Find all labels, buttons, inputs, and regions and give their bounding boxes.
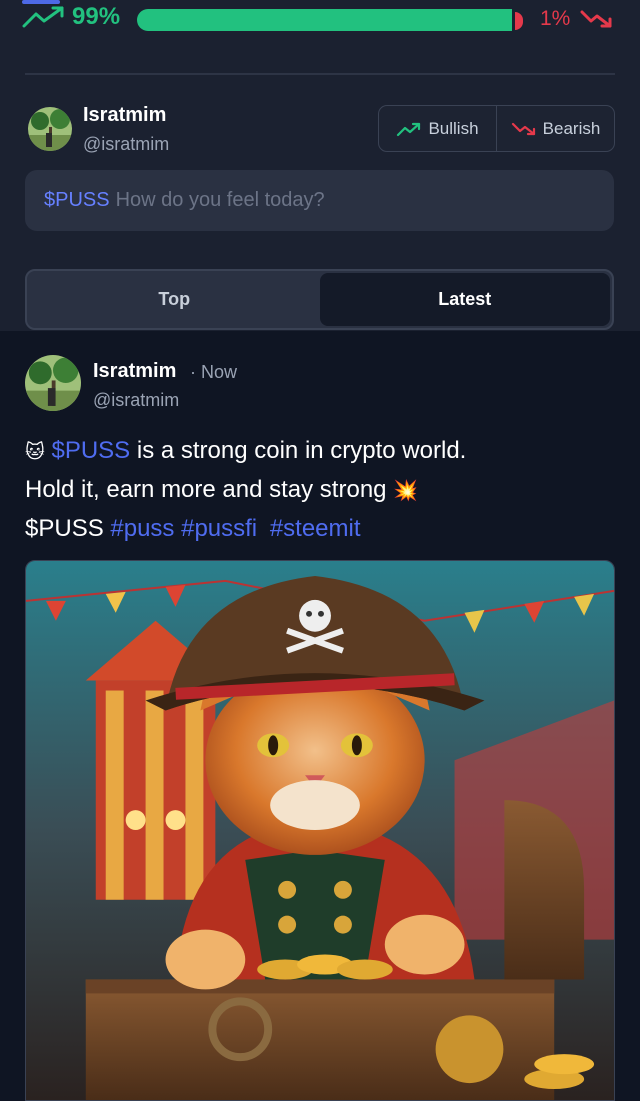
ticker-prefix: $PUSS [44,189,110,211]
trending-up-icon [397,122,421,136]
post-timestamp: · Now [190,362,238,382]
post-author-handle: @isratmim [93,390,180,410]
tab-top[interactable]: Top [29,273,320,326]
post-author-avatar[interactable] [25,355,81,411]
divider [25,73,615,75]
bearish-label: Bearish [542,118,601,138]
post-line-1-text: is a strong coin in crypto world. [130,437,467,464]
composer-user-handle: @isratmim [83,134,170,154]
post-input[interactable]: $PUSS How do you feel today? [25,170,614,231]
post-line-3: $PUSS #puss #pussfi #steemit [25,510,615,547]
bullish-button[interactable]: Bullish [379,106,496,151]
post-text: 🐱 $PUSS is a strong coin in crypto world… [25,432,615,547]
trending-down-icon [580,10,612,28]
bullish-label: Bullish [428,118,479,138]
post-line-2: Hold it, earn more and stay strong 💥 [25,471,615,510]
ticker-text: $PUSS [25,515,104,542]
post-line-1: 🐱 $PUSS is a strong coin in crypto world… [25,432,615,471]
trending-up-icon [22,6,64,28]
post-line-2-text: Hold it, earn more and stay strong [25,476,394,503]
bullish-percent: 99% [72,3,121,30]
composer-panel: 99% 1% Isratmim @isratmim Bullish Bearis… [0,0,640,331]
avatar[interactable] [28,107,72,151]
cat-emoji-icon: 🐱 [25,442,45,463]
feed-tabs: Top Latest [25,269,614,330]
composer-user-name: Isratmim [83,104,167,126]
bullish-bar-fill [137,9,512,31]
trending-down-icon [511,122,535,135]
post-author-name[interactable]: Isratmim [93,360,176,383]
ticker-link[interactable]: $PUSS [51,437,130,464]
hashtag-link[interactable]: #pussfi [181,515,257,542]
sentiment-bar: 99% 1% [0,0,640,36]
hashtag-link[interactable]: #steemit [270,515,361,542]
sentiment-vote-group: Bullish Bearish [378,105,615,152]
bearish-percent: 1% [540,7,571,30]
pirate-cat-image[interactable] [25,560,615,1101]
bearish-bar-fill [515,12,523,30]
bearish-button[interactable]: Bearish [496,106,614,151]
hashtag-link[interactable]: #puss [110,515,174,542]
tab-latest[interactable]: Latest [319,273,610,326]
post-input-placeholder: How do you feel today? [115,189,325,211]
explosion-emoji-icon: 💥 [393,480,419,502]
